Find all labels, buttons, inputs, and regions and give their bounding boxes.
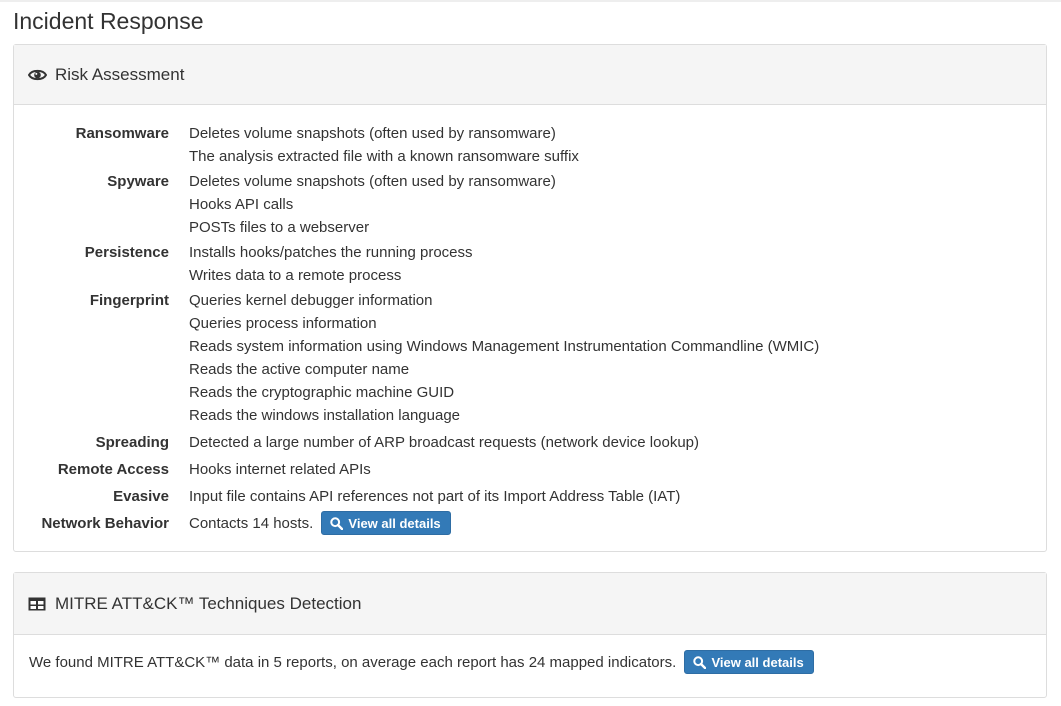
mitre-view-details-button[interactable]: View all details [684,650,814,674]
risk-indicator-text: Reads system information using Windows M… [189,338,820,355]
risk-assessment-title: Risk Assessment [55,64,185,84]
risk-row: Spyware Deletes volume snapshots (often u… [14,170,1046,239]
risk-indicator-text: Reads the windows installation language [189,407,461,424]
mitre-heading: MITRE ATT&CK™ Techniques Detection [14,573,1046,635]
risk-list: Ransomware Deletes volume snapshots (ofte… [14,105,1046,536]
risk-row: Remote Access Hooks internet related APIs [14,458,1046,481]
risk-indicator: Contacts 14 hosts. View all details [189,511,451,536]
risk-indicator: Detected a large number of ARP broadcast… [189,431,699,454]
risk-row: Network Behavior Contacts 14 hosts. View … [14,511,1046,536]
network-view-details-button[interactable]: View all details [321,511,451,536]
risk-assessment-panel: Risk Assessment Ransomware Deletes volume… [13,44,1047,552]
risk-indicator-list: Input file contains API references not p… [189,485,680,508]
risk-row: Evasive Input file contains API reference… [14,485,1046,508]
risk-row: Persistence Installs hooks/patches the ru… [14,241,1046,287]
risk-indicator-list: Detected a large number of ARP broadcast… [189,431,699,454]
risk-category-label: Evasive [113,488,169,505]
risk-row: Spreading Detected a large number of ARP … [14,431,1046,454]
search-icon [330,516,344,530]
eye-icon [28,67,48,83]
risk-indicator: Reads system information using Windows M… [189,335,819,358]
risk-indicator: Reads the cryptographic machine GUID [189,381,819,404]
risk-row: Fingerprint Queries kernel debugger infor… [14,289,1046,427]
risk-indicator-text: Installs hooks/patches the running proce… [189,244,473,261]
risk-category-label: Remote Access [57,461,169,478]
risk-indicator-text: Input file contains API references not p… [189,488,681,505]
risk-indicator-text: The analysis extracted file with a known… [189,148,579,165]
risk-indicator: Reads the active computer name [189,358,819,381]
risk-indicator: Hooks internet related APIs [189,458,371,481]
risk-category-label: Spreading [95,434,169,451]
risk-indicator: Input file contains API references not p… [189,485,680,508]
risk-category-label: Spyware [107,173,169,190]
risk-indicator: The analysis extracted file with a known… [189,145,579,168]
risk-indicator-text: Detected a large number of ARP broadcast… [189,434,699,451]
risk-category-label: Network Behavior [41,515,169,532]
risk-indicator: Writes data to a remote process [189,264,473,287]
risk-indicator-list: Hooks internet related APIs [189,458,371,481]
risk-indicator-text: Deletes volume snapshots (often used by … [189,173,556,190]
risk-indicator: Deletes volume snapshots (often used by … [189,122,579,145]
risk-indicator-text: Writes data to a remote process [189,267,402,284]
mitre-summary-text: We found MITRE ATT&CK™ data in 5 reports… [29,653,677,671]
risk-indicator-text: POSTs files to a webserver [189,219,370,236]
risk-indicator-text: Contacts 14 hosts. [189,515,314,532]
risk-row: Ransomware Deletes volume snapshots (ofte… [14,122,1046,168]
risk-indicator-text: Hooks internet related APIs [189,461,371,478]
mitre-panel: MITRE ATT&CK™ Techniques Detection We fo… [13,572,1047,698]
page-title: Incident Response [13,8,204,34]
risk-indicator: Deletes volume snapshots (often used by … [189,170,556,193]
mitre-body: We found MITRE ATT&CK™ data in 5 reports… [14,635,1046,675]
risk-category-label: Persistence [84,244,169,261]
risk-indicator-list: Contacts 14 hosts. View all details [189,511,451,536]
risk-indicator-text: Reads the cryptographic machine GUID [189,384,455,401]
risk-indicator: Queries kernel debugger information [189,289,819,312]
risk-indicator-list: Installs hooks/patches the running proce… [189,241,473,287]
top-divider [0,0,1061,2]
risk-indicator-list: Deletes volume snapshots (often used by … [189,122,579,168]
search-icon [693,655,707,669]
mitre-title: MITRE ATT&CK™ Techniques Detection [55,593,362,613]
risk-indicator-text: Queries process information [189,315,377,332]
table-icon [28,596,48,612]
risk-indicator: Hooks API calls [189,193,556,216]
risk-indicator-list: Deletes volume snapshots (often used by … [189,170,556,239]
risk-indicator: Installs hooks/patches the running proce… [189,241,473,264]
risk-indicator: Queries process information [189,312,819,335]
network-view-details-label: View all details [348,515,441,531]
risk-indicator-list: Queries kernel debugger information Queri… [189,289,819,427]
risk-indicator-text: Queries kernel debugger information [189,292,433,309]
risk-indicator-text: Reads the active computer name [189,361,410,378]
mitre-view-details-label: View all details [711,654,804,670]
risk-indicator: Reads the windows installation language [189,404,819,427]
risk-assessment-heading: Risk Assessment [14,45,1046,105]
risk-category-label: Ransomware [75,125,169,142]
risk-indicator-text: Deletes volume snapshots (often used by … [189,125,556,142]
risk-category-label: Fingerprint [89,292,169,309]
risk-indicator-text: Hooks API calls [189,196,294,213]
risk-indicator: POSTs files to a webserver [189,216,556,239]
